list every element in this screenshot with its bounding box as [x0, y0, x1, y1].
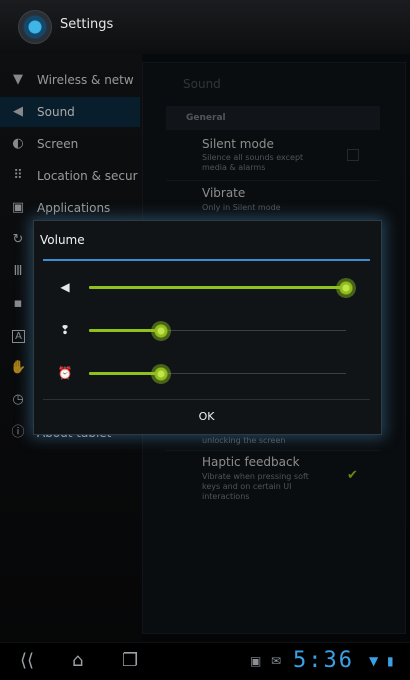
notification-icon: ❢ — [59, 323, 71, 337]
slider-thumb[interactable] — [150, 321, 171, 341]
media-volume-row: ◀ — [34, 273, 381, 301]
volume-dialog: Volume ◀ ❢ ⏰ OK — [33, 220, 382, 435]
settings-app-icon[interactable] — [18, 10, 52, 44]
notification-volume-row: ❢ — [34, 316, 381, 344]
slider-thumb[interactable] — [336, 278, 356, 298]
alarm-volume-row: ⏰ — [34, 359, 381, 387]
alarm-volume-slider[interactable] — [89, 364, 346, 384]
alarm-icon: ⏰ — [57, 366, 73, 380]
dialog-title-divider — [43, 259, 370, 261]
action-bar: Settings — [0, 0, 410, 54]
notification-volume-slider[interactable] — [89, 321, 346, 341]
recent-apps-icon[interactable]: ❐ — [122, 650, 138, 672]
ok-button[interactable]: OK — [43, 400, 370, 433]
email-notification-icon: ✉ — [271, 654, 282, 668]
media-volume-slider[interactable] — [89, 278, 356, 298]
slider-fill — [89, 286, 346, 289]
speaker-icon: ◀ — [60, 280, 70, 294]
home-icon[interactable]: ⌂ — [72, 650, 83, 672]
battery-icon: ▮ — [387, 654, 394, 668]
app-title: Settings — [60, 17, 114, 32]
dialog-title: Volume — [40, 233, 85, 247]
slider-thumb[interactable] — [150, 364, 171, 384]
wifi-signal-icon: ▼ — [369, 654, 379, 668]
clock[interactable]: 5:36 — [293, 648, 354, 673]
android-debug-icon: ▣ — [250, 654, 262, 668]
back-icon[interactable]: ⟨⟨ — [20, 650, 34, 672]
